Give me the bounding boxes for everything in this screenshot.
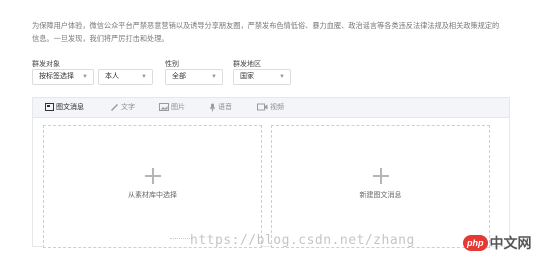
- tab-video[interactable]: 视频: [257, 102, 284, 112]
- tab-news-label: 图文消息: [56, 104, 84, 111]
- microphone-icon: [209, 103, 216, 111]
- message-editor: 图文消息 文字 图片 语音 视频 从素材库中选择 新建图文消息: [32, 97, 510, 248]
- plus-icon: [144, 168, 161, 184]
- chevron-down-icon: ▼: [279, 74, 285, 80]
- notice-line-1: 为保障用户体验，微信公众平台严禁恶意营销以及诱导分享朋友圈，严禁发布色情低俗、暴…: [32, 21, 500, 30]
- plus-icon: [372, 168, 389, 184]
- tab-voice-label: 语音: [218, 104, 232, 111]
- gender-label: 性别: [165, 61, 179, 68]
- tab-news[interactable]: 图文消息: [45, 102, 84, 112]
- target-select-value: 按标签选择: [39, 73, 74, 80]
- watermark-url: https://blog.csdn.net/zhang: [190, 233, 415, 248]
- target-label: 群发对象: [32, 61, 60, 68]
- php-cn-logo: php 中文网: [463, 232, 532, 254]
- tab-video-label: 视频: [270, 104, 284, 111]
- select-from-library-label: 从素材库中选择: [128, 192, 177, 199]
- notice-line-2: 信息。一旦发现，我们将严厉打击和处理。: [32, 34, 169, 43]
- video-icon: [257, 103, 268, 111]
- chevron-down-icon: ▼: [211, 74, 217, 80]
- watermark-dots: [170, 238, 192, 244]
- region-label: 群发地区: [233, 61, 261, 68]
- notice-text: 为保障用户体验，微信公众平台严禁恶意营销以及诱导分享朋友圈，严禁发布色情低俗、暴…: [32, 19, 532, 45]
- tab-image[interactable]: 图片: [159, 102, 185, 112]
- news-icon: [45, 103, 54, 111]
- select-from-library-panel[interactable]: 从素材库中选择: [43, 125, 262, 248]
- target-select-2[interactable]: 本人 ▼: [98, 69, 153, 85]
- php-logo-badge: php: [463, 235, 488, 251]
- message-type-tabs: 图文消息 文字 图片 语音 视频: [33, 98, 509, 118]
- tab-text-label: 文字: [121, 104, 135, 111]
- gender-select[interactable]: 全部 ▼: [165, 69, 223, 85]
- tab-voice[interactable]: 语音: [209, 102, 232, 112]
- region-select[interactable]: 国家 ▼: [233, 69, 291, 85]
- chevron-down-icon: ▼: [141, 74, 147, 80]
- tab-text[interactable]: 文字: [110, 102, 135, 112]
- target-select-2-value: 本人: [105, 73, 119, 80]
- tab-image-label: 图片: [171, 104, 185, 111]
- new-news-label: 新建图文消息: [359, 192, 402, 199]
- region-select-value: 国家: [240, 73, 254, 80]
- chevron-down-icon: ▼: [82, 74, 88, 80]
- new-news-panel[interactable]: 新建图文消息: [271, 125, 490, 248]
- image-icon: [159, 103, 169, 111]
- target-select[interactable]: 按标签选择 ▼: [32, 69, 94, 85]
- pencil-icon: [111, 104, 118, 111]
- gender-select-value: 全部: [172, 73, 186, 80]
- php-logo-text: 中文网: [489, 235, 532, 251]
